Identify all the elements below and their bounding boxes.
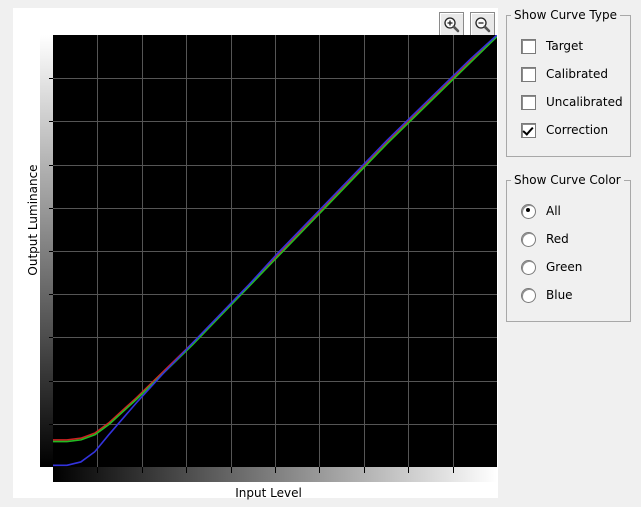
- radio-row-blue[interactable]: Blue: [507, 281, 630, 309]
- options-panel: Show Curve Type Target Calibrated Uncali…: [506, 8, 631, 338]
- radio-green[interactable]: [521, 260, 536, 275]
- checkbox-label-correction: Correction: [546, 123, 608, 137]
- checkbox-correction[interactable]: [521, 123, 536, 138]
- show-curve-type-title: Show Curve Type: [511, 8, 620, 22]
- x-axis-ticks: [53, 467, 497, 472]
- zoom-controls: [439, 12, 495, 36]
- checkbox-label-uncalibrated: Uncalibrated: [546, 95, 623, 109]
- y-axis-label: Output Luminance: [26, 130, 40, 310]
- checkbox-row-target[interactable]: Target: [507, 32, 630, 60]
- checkbox-uncalibrated[interactable]: [521, 95, 536, 110]
- plot-wrapper: [40, 35, 497, 482]
- checkbox-label-calibrated: Calibrated: [546, 67, 608, 81]
- radio-row-red[interactable]: Red: [507, 225, 630, 253]
- show-curve-color-group: Show Curve Color All Red Green Blue: [506, 173, 631, 322]
- x-axis-label: Input Level: [40, 486, 497, 500]
- radio-label-green: Green: [546, 260, 582, 274]
- radio-label-all: All: [546, 204, 561, 218]
- chart-panel: Input Level Output Luminance: [13, 8, 498, 498]
- radio-blue[interactable]: [521, 288, 536, 303]
- curve-plot-area[interactable]: [53, 35, 497, 467]
- radio-label-red: Red: [546, 232, 569, 246]
- zoom-out-button[interactable]: [470, 12, 495, 36]
- radio-red[interactable]: [521, 232, 536, 247]
- zoom-in-icon: [443, 16, 460, 33]
- radio-label-blue: Blue: [546, 288, 573, 302]
- radio-all[interactable]: [521, 204, 536, 219]
- checkbox-row-calibrated[interactable]: Calibrated: [507, 60, 630, 88]
- show-curve-type-group: Show Curve Type Target Calibrated Uncali…: [506, 8, 631, 157]
- show-curve-color-title: Show Curve Color: [511, 173, 624, 187]
- radio-row-all[interactable]: All: [507, 197, 630, 225]
- checkbox-target[interactable]: [521, 39, 536, 54]
- checkbox-calibrated[interactable]: [521, 67, 536, 82]
- checkbox-label-target: Target: [546, 39, 583, 53]
- zoom-out-icon: [474, 16, 491, 33]
- checkbox-row-uncalibrated[interactable]: Uncalibrated: [507, 88, 630, 116]
- curve-plot-svg: [53, 35, 497, 467]
- radio-row-green[interactable]: Green: [507, 253, 630, 281]
- checkbox-row-correction[interactable]: Correction: [507, 116, 630, 144]
- zoom-in-button[interactable]: [439, 12, 464, 36]
